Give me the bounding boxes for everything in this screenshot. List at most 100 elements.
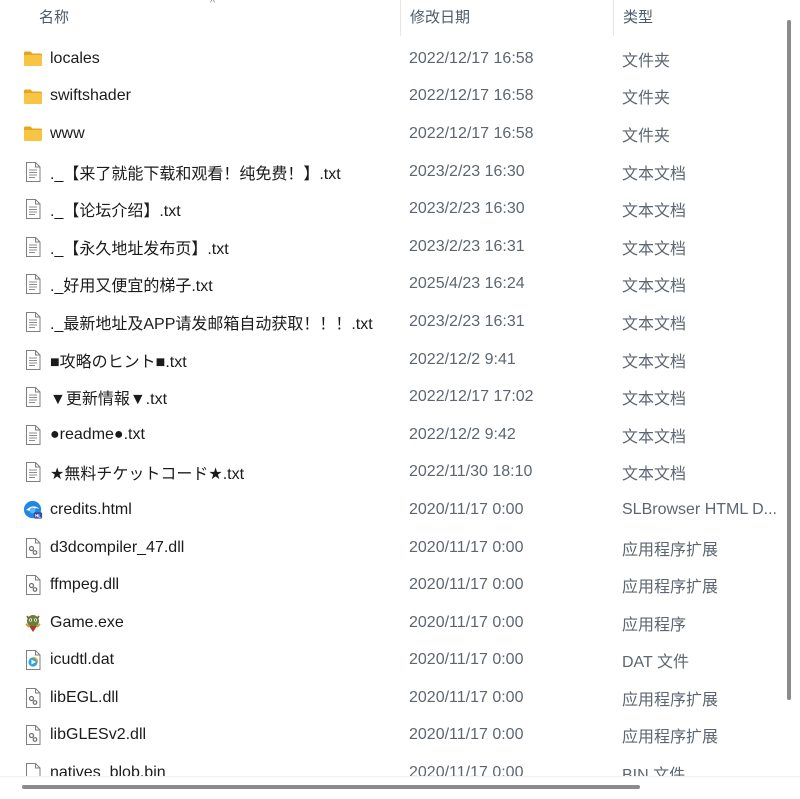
file-type: 应用程序 (622, 616, 687, 634)
file-type: 文件夹 (622, 127, 671, 145)
text-file-icon (23, 236, 43, 257)
column-header-name-label: 名称 (39, 9, 70, 26)
file-modified-date: 2022/12/17 16:58 (409, 87, 534, 105)
file-type: 文本文档 (622, 428, 687, 446)
column-header-type[interactable]: 类型 (613, 0, 778, 36)
file-modified-date: 2020/11/17 0:00 (409, 538, 524, 556)
file-row[interactable]: d3dcompiler_47.dll 2020/11/17 0:00 应用程序扩展 (0, 529, 778, 567)
file-name-cell: icudtl.dat (0, 650, 400, 671)
file-name: ffmpeg.dll (50, 576, 120, 594)
file-name: libGLESv2.dll (50, 726, 147, 744)
text-file-icon (23, 311, 43, 332)
file-name-cell: ▼更新情報▼.txt (0, 385, 400, 409)
file-modified-date: 2020/11/17 0:00 (409, 613, 524, 631)
file-name-cell: locales (0, 49, 400, 69)
file-name-cell: libEGL.dll (0, 687, 400, 708)
text-file-icon (23, 349, 43, 370)
file-type: 应用程序扩展 (622, 579, 719, 597)
file-row[interactable]: credits.html 2020/11/17 0:00 SLBrowser HTM… (0, 491, 778, 529)
file-type: 应用程序扩展 (622, 691, 719, 709)
file-name-cell: ■攻略のヒント■.txt (0, 348, 400, 372)
file-row[interactable]: ._【来了就能下载和观看！纯免费！】.txt 2023/2/23 16:30 文本文… (0, 153, 778, 191)
file-name-cell: www (0, 124, 400, 144)
vertical-scrollbar-thumb[interactable] (787, 20, 791, 700)
file-type: 应用程序扩展 (622, 541, 719, 559)
file-name: ._【论坛介绍】.txt (50, 203, 181, 221)
file-name: ._【永久地址发布页】.txt (50, 240, 229, 258)
text-file-icon (23, 199, 43, 220)
scrollbar-corner (778, 777, 800, 799)
file-type: DAT 文件 (622, 654, 689, 672)
text-file-icon (23, 274, 43, 295)
file-name: icudtl.dat (50, 651, 115, 669)
file-row[interactable]: ._好用又便宜的梯子.txt 2025/4/23 16:24 文本文档 (0, 266, 778, 304)
file-name-cell: ._最新地址及APP请发邮箱自动获取！！！.txt (0, 310, 400, 334)
file-name: d3dcompiler_47.dll (50, 538, 185, 556)
file-row[interactable]: ._【永久地址发布页】.txt 2023/2/23 16:31 文本文档 (0, 228, 778, 266)
file-row[interactable]: ._最新地址及APP请发邮箱自动获取！！！.txt 2023/2/23 16:31… (0, 303, 778, 341)
file-type: 文本文档 (622, 391, 687, 409)
folder-icon (23, 86, 43, 106)
file-row[interactable]: libGLESv2.dll 2020/11/17 0:00 应用程序扩展 (0, 717, 778, 755)
file-name: ._【来了就能下载和观看！纯免费！】.txt (50, 165, 341, 183)
folder-icon (23, 124, 43, 144)
file-modified-date: 2020/11/17 0:00 (409, 500, 524, 518)
file-modified-date: 2022/12/2 9:41 (409, 350, 516, 368)
file-name-cell: ★無料チケットコード★.txt (0, 460, 400, 484)
column-header-date[interactable]: 修改日期 (400, 0, 613, 36)
file-row[interactable]: ▼更新情報▼.txt 2022/12/17 17:02 文本文档 (0, 378, 778, 416)
file-type: SLBrowser HTML D... (622, 500, 777, 518)
file-name-cell: ●readme●.txt (0, 424, 400, 445)
file-modified-date: 2022/12/17 16:58 (409, 49, 534, 67)
file-type: 文件夹 (622, 90, 671, 108)
file-name: ★無料チケットコード★.txt (50, 466, 245, 484)
column-header-date-label: 修改日期 (410, 9, 471, 26)
file-row[interactable]: ffmpeg.dll 2020/11/17 0:00 应用程序扩展 (0, 566, 778, 604)
text-file-icon (23, 462, 43, 483)
text-file-icon (23, 424, 43, 445)
file-row[interactable]: libEGL.dll 2020/11/17 0:00 应用程序扩展 (0, 679, 778, 717)
file-name: ▼更新情報▼.txt (50, 391, 168, 409)
text-file-icon (23, 161, 43, 182)
file-row[interactable]: Game.exe 2020/11/17 0:00 应用程序 (0, 604, 778, 642)
horizontal-scrollbar-thumb[interactable] (22, 785, 640, 789)
file-type: 文本文档 (622, 466, 687, 484)
file-row[interactable]: ._【论坛介绍】.txt 2023/2/23 16:30 文本文档 (0, 190, 778, 228)
file-name-cell: ._【来了就能下载和观看！纯免费！】.txt (0, 160, 400, 184)
file-name: ._好用又便宜的梯子.txt (50, 278, 213, 296)
text-file-icon (23, 387, 43, 408)
dll-file-icon (23, 687, 43, 708)
file-name-cell: ._【论坛介绍】.txt (0, 197, 400, 221)
file-type: 文本文档 (622, 240, 687, 258)
file-modified-date: 2020/11/17 0:00 (409, 726, 524, 744)
file-name-cell: libGLESv2.dll (0, 725, 400, 746)
file-modified-date: 2020/11/17 0:00 (409, 576, 524, 594)
file-modified-date: 2023/2/23 16:31 (409, 237, 525, 255)
file-modified-date: 2020/11/17 0:00 (409, 651, 524, 669)
file-row[interactable]: ■攻略のヒント■.txt 2022/12/2 9:41 文本文档 (0, 341, 778, 379)
file-type: 文本文档 (622, 315, 687, 333)
file-row[interactable]: ★無料チケットコード★.txt 2022/11/30 18:10 文本文档 (0, 454, 778, 492)
game-exe-icon (23, 613, 43, 633)
horizontal-scrollbar[interactable] (0, 776, 800, 799)
file-modified-date: 2023/2/23 16:30 (409, 200, 525, 218)
file-row[interactable]: www 2022/12/17 16:58 文件夹 (0, 115, 778, 153)
file-type: 应用程序扩展 (622, 729, 719, 747)
file-row[interactable]: icudtl.dat 2020/11/17 0:00 DAT 文件 (0, 642, 778, 680)
file-type: 文本文档 (622, 203, 687, 221)
column-header-name[interactable]: ^ 名称 (0, 0, 400, 36)
file-name: ■攻略のヒント■.txt (50, 353, 187, 371)
file-type: 文本文档 (622, 278, 687, 296)
file-type: 文本文档 (622, 165, 687, 183)
file-row[interactable]: swiftshader 2022/12/17 16:58 文件夹 (0, 78, 778, 116)
file-modified-date: 2020/11/17 0:00 (409, 688, 524, 706)
sort-ascending-icon: ^ (210, 0, 216, 9)
file-modified-date: 2022/12/17 17:02 (409, 388, 534, 406)
vertical-scrollbar[interactable] (778, 0, 800, 778)
file-list: locales 2022/12/17 16:58 文件夹 swiftshader 202… (0, 40, 778, 792)
dll-file-icon (23, 575, 43, 596)
folder-icon (23, 49, 43, 69)
file-row[interactable]: locales 2022/12/17 16:58 文件夹 (0, 40, 778, 78)
file-row[interactable]: ●readme●.txt 2022/12/2 9:42 文本文档 (0, 416, 778, 454)
dll-file-icon (23, 537, 43, 558)
